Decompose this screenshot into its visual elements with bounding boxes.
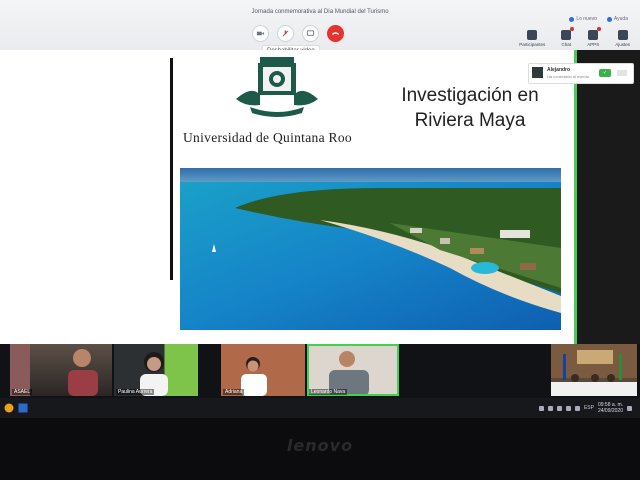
apps-icon [588, 27, 602, 40]
chat-button[interactable]: Chat [561, 27, 575, 47]
browser-app-icon[interactable] [4, 403, 14, 413]
university-crest-icon [236, 57, 318, 117]
taskbar-apps [4, 403, 28, 413]
chevron-up-icon[interactable] [547, 405, 553, 411]
slide-title: Investigación en Riviera Maya [380, 83, 560, 133]
notification-name: Alejandro [547, 67, 571, 73]
join-notification: Alejandro Ha conectado al evento ✓ [528, 63, 634, 84]
participant-tile[interactable]: Adriana [221, 344, 305, 396]
notification-ok-button[interactable]: ✓ [599, 69, 611, 77]
video-button[interactable] [252, 25, 269, 42]
whats-new-button[interactable]: Lo nuevo [569, 16, 597, 22]
chat-label: Chat [561, 42, 571, 47]
person-icon[interactable] [538, 405, 544, 411]
wifi-icon[interactable] [565, 405, 571, 411]
notification-dismiss-button[interactable] [617, 70, 627, 76]
meeting-toolbar: Jornada conmemorativa al Día Mundial del… [0, 0, 640, 57]
language-indicator[interactable]: ESP [584, 405, 594, 411]
participant-strip: ASAEL Paulina Aurrera Adriana Leonardo N… [0, 344, 640, 398]
participants-button[interactable]: Participantes [519, 30, 545, 47]
apps-button[interactable]: APPS [587, 27, 602, 47]
meeting-app-icon[interactable] [18, 403, 28, 413]
share-screen-button[interactable] [302, 25, 319, 42]
window-title: Jornada conmemorativa al Día Mundial del… [251, 9, 389, 15]
participant-tile-active-speaker[interactable]: Leonardo Nava [307, 344, 399, 396]
help-label: Ayuda [613, 16, 628, 22]
taskbar-clock[interactable]: 09:58 a. m. 24/09/2020 [598, 402, 623, 414]
participants-label: Participantes [519, 42, 546, 47]
windows-taskbar: ESP 09:58 a. m. 24/09/2020 [0, 398, 640, 418]
network-icon [569, 16, 575, 22]
mic-off-icon [282, 30, 289, 37]
mic-button[interactable] [277, 25, 294, 42]
laptop-brand-logo: lenovo [286, 436, 354, 455]
whats-new-label: Lo nuevo [576, 16, 597, 22]
call-controls [252, 25, 344, 42]
end-call-icon [331, 32, 340, 35]
shared-slide: Universidad de Quintana Roo Investigació… [0, 50, 577, 344]
riviera-maya-photo [180, 168, 561, 330]
help-icon [606, 16, 612, 22]
settings-icon [617, 30, 628, 40]
video-icon [256, 31, 265, 36]
participant-video [551, 344, 637, 396]
participant-tile[interactable]: Paulina Aurrera [114, 344, 198, 396]
right-toolbar: Participantes Chat APPS Ajustes [519, 27, 630, 47]
notifications-icon[interactable] [627, 405, 632, 411]
participant-name: Paulina Aurrera [116, 389, 155, 395]
participant-name: Adriana [223, 389, 245, 395]
chat-icon [561, 27, 575, 40]
laptop-screen: Jornada conmemorativa al Día Mundial del… [0, 0, 640, 418]
top-meta: Lo nuevo Ayuda [569, 16, 628, 22]
settings-button[interactable]: Ajustes [615, 30, 630, 47]
apps-label: APPS [587, 42, 600, 47]
slide-title-line-2: Riviera Maya [414, 110, 526, 131]
avatar [532, 67, 543, 78]
share-screen-icon [306, 30, 315, 36]
university-name: Universidad de Quintana Roo [183, 130, 352, 145]
battery-icon[interactable] [556, 405, 562, 411]
system-tray: ESP 09:58 a. m. 24/09/2020 [538, 402, 632, 414]
volume-icon[interactable] [574, 405, 580, 411]
slide-title-line-1: Investigación en [401, 85, 539, 106]
end-call-button[interactable] [327, 25, 344, 42]
participant-name: Leonardo Nava [309, 389, 348, 395]
clock-date: 24/09/2020 [597, 408, 623, 414]
notification-subtitle: Ha conectado al evento [547, 74, 590, 79]
slide-divider [170, 58, 173, 280]
participant-tile[interactable] [551, 344, 637, 396]
participants-icon [527, 30, 538, 40]
participant-name: ASAEL [12, 389, 33, 395]
help-button[interactable]: Ayuda [606, 16, 628, 22]
settings-label: Ajustes [615, 42, 630, 47]
participant-tile[interactable]: ASAEL [10, 344, 112, 396]
